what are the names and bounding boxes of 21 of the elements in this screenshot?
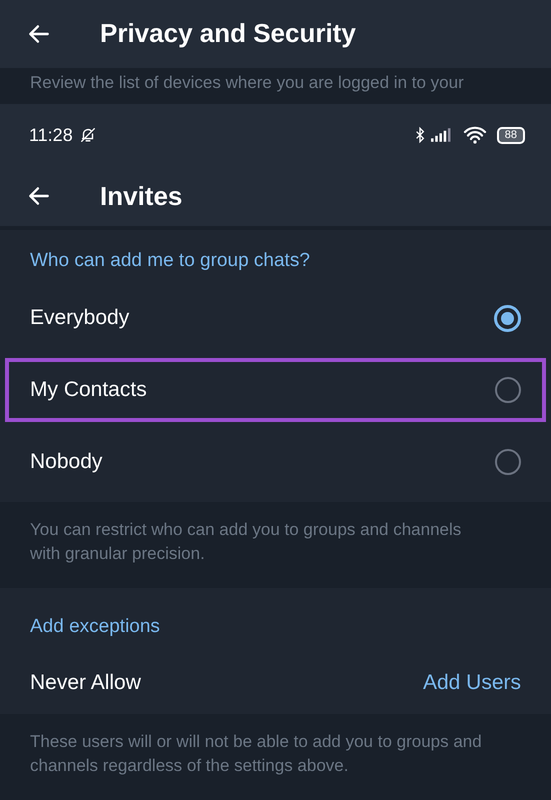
bluetooth-icon xyxy=(414,126,425,144)
section-heading: Who can add me to group chats? xyxy=(29,250,311,274)
radio-button[interactable] xyxy=(495,449,521,476)
battery-indicator: 88 xyxy=(496,126,525,144)
signal-icon xyxy=(430,128,453,142)
wifi-icon xyxy=(462,126,487,144)
info-text: Review the list of devices where you are logged in to your xyxy=(30,72,465,94)
hint-text: You can restrict who can add you to groups and channels with granular precision. xyxy=(30,520,462,564)
radio-option[interactable]: Everybody xyxy=(5,286,546,350)
radio-button[interactable] xyxy=(495,377,521,404)
hint-text: These users will or will not be able to add you to groups and channels regardless of the settings above. xyxy=(30,732,482,776)
row-label: Never Allow xyxy=(30,671,142,696)
section-heading: Add exceptions xyxy=(29,616,161,640)
muted-bell-icon xyxy=(78,126,97,144)
screen-title: Privacy and Security xyxy=(100,18,356,50)
radio-option[interactable]: My Contacts xyxy=(5,358,546,422)
screen-title: Invites xyxy=(100,180,182,212)
radio-button[interactable] xyxy=(494,304,521,332)
add-users-link[interactable]: Add Users xyxy=(422,671,521,696)
radio-option[interactable]: Nobody xyxy=(5,430,546,494)
clock: 11:28 xyxy=(29,124,73,146)
